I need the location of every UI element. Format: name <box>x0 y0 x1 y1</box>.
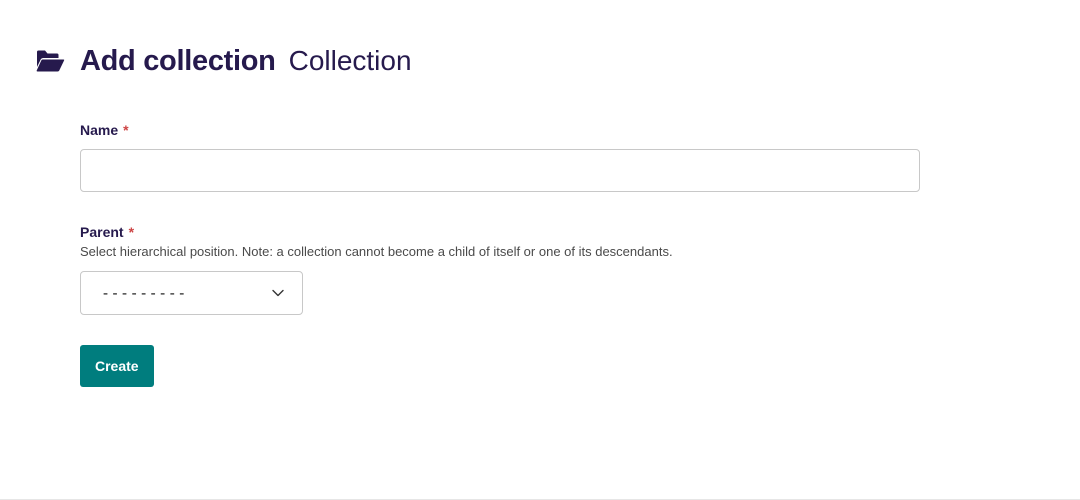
parent-required-marker: * <box>128 224 135 240</box>
parent-select[interactable]: --------- <box>80 271 303 315</box>
parent-select-value: --------- <box>101 284 187 302</box>
page-subtitle: Collection <box>288 45 412 76</box>
name-required-marker: * <box>123 122 129 138</box>
parent-label: Parent * <box>80 222 920 242</box>
folder-open-icon <box>35 49 65 73</box>
add-collection-page: Add collection Collection Name * Parent * … <box>0 0 1080 500</box>
parent-field-group: Parent * Select hierarchical position. No… <box>80 222 920 315</box>
name-label-text: Name <box>80 122 119 138</box>
name-input[interactable] <box>80 149 920 192</box>
page-header: Add collection Collection <box>35 40 412 82</box>
chevron-down-icon <box>272 287 284 299</box>
collection-form: Name * Parent * Select hierarchical positi… <box>80 120 920 387</box>
create-button[interactable]: Create <box>80 345 154 387</box>
name-label: Name * <box>80 120 920 140</box>
parent-label-text: Parent <box>80 224 124 240</box>
name-field-group: Name * <box>80 120 920 192</box>
parent-help-text: Select hierarchical position. Note: a co… <box>80 244 673 259</box>
page-title: Add collection <box>80 44 276 77</box>
